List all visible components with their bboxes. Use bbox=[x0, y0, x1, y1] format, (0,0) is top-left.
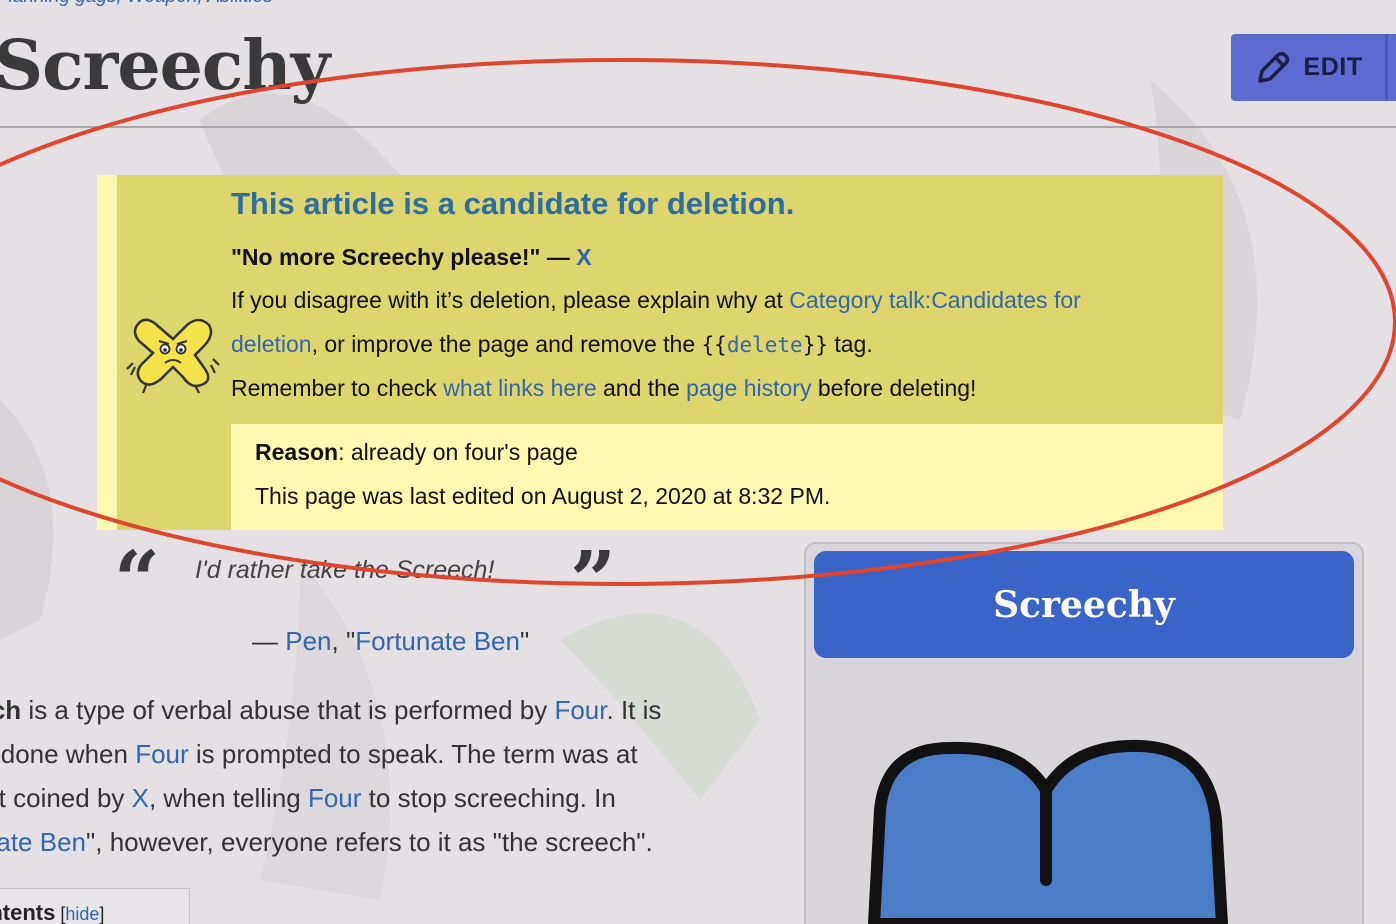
fortunate-ben-link[interactable]: Fortunate Ben bbox=[0, 827, 86, 857]
body-line-4: "Fortunate Ben", however, everyone refer… bbox=[0, 820, 790, 864]
attr-dash: — bbox=[252, 626, 286, 656]
attr-end: " bbox=[519, 626, 530, 656]
pencil-icon bbox=[1257, 51, 1289, 83]
attr-sep: , " bbox=[331, 626, 356, 656]
body-l1-end: . It is bbox=[606, 695, 662, 725]
body-l2-text: generally done when bbox=[0, 739, 128, 769]
title-divider bbox=[0, 126, 1396, 128]
four-link[interactable]: Four bbox=[135, 739, 188, 769]
reason-label: Reason bbox=[255, 439, 339, 465]
breadcrumb[interactable]: Planning gags, Weapon, Abilities bbox=[0, 0, 273, 8]
notice-line-3-mid: and the bbox=[596, 375, 687, 401]
edit-button[interactable]: EDIT bbox=[1231, 34, 1385, 101]
notice-line-1-text: If you disagree with it’s deletion, plea… bbox=[231, 287, 790, 313]
toc-bracket-open: [ bbox=[55, 904, 66, 924]
notice-line-3-suffix: before deleting! bbox=[811, 375, 977, 401]
delete-template-code: {{delete}} bbox=[702, 333, 828, 357]
notice-side-panel bbox=[117, 424, 231, 530]
infobox-title: Screechy bbox=[993, 583, 1175, 626]
page-title: Screechy bbox=[0, 26, 330, 106]
notice-line-3-prefix: Remember to check bbox=[231, 375, 444, 401]
notice-quote-text: "No more Screechy please!" — bbox=[231, 244, 577, 270]
deletion-notice: This article is a candidate for deletion… bbox=[97, 175, 1223, 530]
four-link[interactable]: Four bbox=[554, 695, 606, 725]
page-history-link[interactable]: page history bbox=[686, 375, 811, 401]
x-character-icon bbox=[126, 318, 220, 394]
deletion-reason: Reason: already on four's page bbox=[255, 439, 578, 466]
close-quote-mark: ” bbox=[570, 533, 617, 627]
screechy-image bbox=[868, 739, 1228, 924]
body-line-1: Screech is a type of verbal abuse that i… bbox=[0, 688, 790, 732]
reason-text: : already on four's page bbox=[338, 439, 578, 465]
notice-line-2-text: , or improve the page and remove the bbox=[311, 331, 702, 357]
toc-hide-link[interactable]: hide bbox=[65, 904, 99, 924]
body-l3-end: to stop screeching. In bbox=[361, 783, 616, 813]
x-link[interactable]: X bbox=[132, 783, 149, 813]
last-edited: This page was last edited on August 2, 2… bbox=[255, 483, 831, 509]
notice-heading: This article is a candidate for deletion… bbox=[231, 186, 795, 221]
category-talk-link-cont[interactable]: deletion bbox=[231, 331, 312, 357]
notice-line-2-suffix: tag. bbox=[827, 331, 873, 357]
screech-term: Screech bbox=[0, 695, 22, 725]
body-line-3: first coined by X, when telling Four to … bbox=[0, 776, 790, 820]
notice-line-3: Remember to check what links here and th… bbox=[231, 375, 976, 402]
quote-attribution: — Pen, "Fortunate Ben" bbox=[252, 626, 529, 657]
body-l3-mid: , when telling bbox=[148, 783, 308, 813]
four-link[interactable]: Four bbox=[308, 783, 361, 813]
infobox-header: Screechy bbox=[814, 551, 1354, 658]
open-quote-mark: “ bbox=[114, 533, 161, 627]
edit-dropdown-button[interactable] bbox=[1388, 34, 1396, 101]
body-l4-end: ", however, everyone refers to it as "th… bbox=[86, 827, 653, 857]
article-body: Screech is a type of verbal abuse that i… bbox=[0, 688, 790, 864]
quote-text: I'd rather take the Screech! bbox=[195, 556, 495, 584]
fortunate-ben-link[interactable]: Fortunate Ben bbox=[355, 626, 520, 656]
body-line-2: generally done when Four is prompted to … bbox=[0, 732, 790, 776]
body-l1-text: is a type of verbal abuse that is perfor… bbox=[21, 695, 555, 725]
category-talk-link[interactable]: Category talk:Candidates for bbox=[789, 287, 1081, 313]
toc-bracket-close: ] bbox=[99, 904, 105, 924]
notice-line-2: deletion, or improve the page and remove… bbox=[231, 331, 873, 358]
pen-link[interactable]: Pen bbox=[285, 626, 331, 656]
toc-title-text: Contents bbox=[0, 900, 56, 924]
edit-button-label: EDIT bbox=[1303, 53, 1363, 81]
notice-quote: "No more Screechy please!" — X bbox=[231, 244, 592, 271]
code-close: }} bbox=[802, 333, 828, 357]
x-link[interactable]: X bbox=[576, 244, 591, 270]
body-l3-text: first coined by bbox=[0, 783, 125, 813]
body-l2-end: is prompted to speak. The term was at bbox=[188, 739, 638, 769]
delete-template-link[interactable]: delete bbox=[727, 333, 803, 357]
notice-stripe bbox=[97, 175, 117, 530]
toc-title: Contents [hide] bbox=[0, 900, 104, 924]
code-open: {{ bbox=[701, 333, 727, 357]
notice-line-1: If you disagree with it’s deletion, plea… bbox=[231, 287, 1081, 314]
what-links-here-link[interactable]: what links here bbox=[443, 375, 596, 401]
